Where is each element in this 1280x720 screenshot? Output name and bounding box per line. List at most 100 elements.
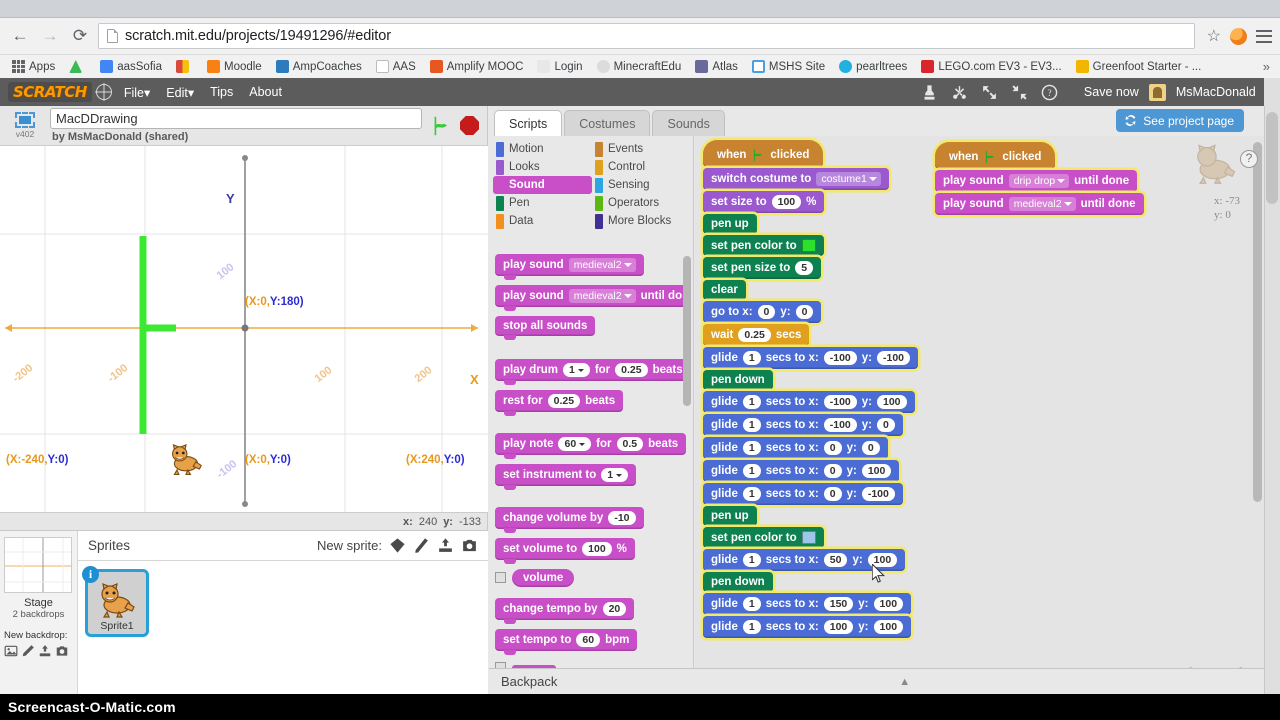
upload-sprite-icon[interactable] (437, 537, 454, 554)
paint-sprite-icon[interactable] (413, 537, 430, 554)
palette-block-change-volume[interactable]: change volume by -10 (495, 507, 644, 533)
tab-costumes[interactable]: Costumes (564, 110, 651, 136)
script-stack-sound[interactable]: when clicked play sound drip drop until do… (935, 142, 1144, 216)
block-glide-6[interactable]: glide 1 secs to x: 0 y: -100 (703, 483, 903, 505)
x-input[interactable]: 0 (823, 487, 842, 501)
y-input[interactable]: 0 (877, 418, 895, 432)
bookmark-apps[interactable]: Apps (7, 58, 60, 75)
bookmark-moodle[interactable]: Moodle (202, 58, 267, 75)
category-operators[interactable]: Operators (592, 194, 691, 212)
x-input[interactable]: 50 (823, 553, 848, 567)
bookmark-amplify-mooc[interactable]: Amplify MOOC (425, 58, 529, 75)
category-control[interactable]: Control (592, 158, 691, 176)
block-set-pen-color[interactable]: set pen color to (703, 235, 824, 256)
block-go-to-xy[interactable]: go to x: 0 y: 0 (703, 301, 822, 323)
secs-input[interactable]: 1 (742, 597, 761, 611)
block-glide-3[interactable]: glide 1 secs to x: -100 y: 0 (703, 414, 903, 436)
secs-input[interactable]: 1 (742, 395, 761, 409)
menu-edit[interactable]: Edit▾ (158, 82, 202, 103)
scripts-vertical-scrollbar[interactable] (1253, 142, 1262, 502)
volume-input[interactable]: 100 (582, 542, 612, 556)
pen-color-swatch[interactable] (801, 239, 816, 252)
x-input[interactable]: 0 (823, 464, 842, 478)
save-now-button[interactable]: Save now (1084, 85, 1139, 99)
palette-block-stop-all-sounds[interactable]: stop all sounds (495, 316, 596, 340)
scripts-canvas[interactable]: when clicked switch costume to costume1 s… (695, 136, 1264, 694)
stage-thumbnail[interactable] (4, 537, 72, 593)
y-input[interactable]: 0 (861, 441, 880, 455)
drum-dropdown[interactable]: 1 (562, 363, 590, 377)
sprite-cat-on-stage[interactable] (168, 444, 204, 478)
bookmark-minecraftedu[interactable]: MinecraftEdu (592, 58, 687, 75)
palette-block-rest-for[interactable]: rest for 0.25 beats (495, 390, 624, 416)
help-question-icon[interactable]: ? (1240, 150, 1258, 168)
block-pen-down-2[interactable]: pen down (703, 572, 773, 592)
block-palette[interactable]: Motion Events Looks Control Sound Sensin… (489, 136, 694, 694)
globe-language-icon[interactable] (95, 84, 112, 100)
category-data[interactable]: Data (493, 212, 592, 230)
palette-block-play-sound-until-done[interactable]: play sound medieval2 until do (495, 285, 691, 311)
bookmark-drive[interactable] (64, 58, 91, 75)
x-input[interactable]: -100 (823, 395, 857, 409)
script-stack-main[interactable]: when clicked switch costume to costume1 s… (703, 140, 919, 639)
project-title-input[interactable] (50, 108, 422, 129)
backpack-expand-arrow[interactable]: ▲ (899, 676, 910, 688)
address-bar[interactable]: scratch.mit.edu/projects/19491296/#edito… (98, 23, 1195, 49)
size-input[interactable]: 100 (771, 195, 802, 209)
forward-arrow-icon[interactable]: → (38, 24, 62, 48)
sprite-info-badge[interactable]: i (82, 566, 99, 583)
extension-icon[interactable] (1230, 27, 1247, 45)
browser-tabstrip[interactable] (0, 0, 1280, 18)
stamp-icon[interactable] (921, 84, 938, 101)
backpack-bar[interactable]: Backpack ▲ (489, 668, 1264, 694)
block-wait-secs[interactable]: wait 0.25 secs (703, 324, 810, 346)
block-glide-9[interactable]: glide 1 secs to x: 100 y: 100 (703, 616, 912, 638)
palette-block-play-drum[interactable]: play drum 1 for 0.25 beats (495, 359, 691, 385)
bookmark-lego-ev3[interactable]: LEGO.com EV3 - EV3... (916, 58, 1066, 75)
palette-block-play-note[interactable]: play note 60 for 0.5 beats (495, 433, 687, 459)
palette-block-set-instrument[interactable]: set instrument to 1 (495, 464, 637, 490)
presentation-mode-icon[interactable]: v402 (8, 109, 42, 143)
secs-input[interactable]: 1 (742, 351, 761, 365)
block-play-sound-medieval2[interactable]: play sound medieval2 until done (935, 193, 1144, 215)
y-input[interactable]: 100 (873, 620, 904, 634)
tempo-delta-input[interactable]: 20 (602, 602, 627, 616)
y-input[interactable]: 100 (877, 395, 907, 409)
volume-delta-input[interactable]: -10 (608, 511, 636, 525)
block-set-pen-size[interactable]: set pen size to 5 (703, 257, 822, 279)
menu-file[interactable]: File▾ (116, 82, 158, 103)
pen-size-input[interactable]: 5 (795, 261, 814, 275)
page-scrollbar-thumb[interactable] (1266, 112, 1278, 204)
category-more-blocks[interactable]: More Blocks (592, 212, 691, 230)
x-input[interactable]: 150 (823, 597, 854, 611)
sprite-card-sprite1[interactable]: i Sprite1 (82, 566, 149, 637)
menu-about[interactable]: About (241, 82, 290, 102)
y-input[interactable]: 100 (873, 597, 904, 611)
grow-icon[interactable] (981, 84, 998, 101)
category-looks[interactable]: Looks (493, 158, 592, 176)
bookmark-login[interactable]: Login (532, 58, 587, 75)
bookmark-colorsquares[interactable] (171, 58, 198, 75)
secs-input[interactable]: 1 (742, 620, 761, 634)
block-pen-down-1[interactable]: pen down (703, 370, 773, 390)
menu-tips[interactable]: Tips (202, 82, 241, 102)
help-icon[interactable]: ? (1041, 84, 1058, 101)
block-when-flag-clicked[interactable]: when clicked (703, 140, 824, 167)
chrome-menu-icon[interactable] (1256, 29, 1272, 43)
tab-sounds[interactable]: Sounds (652, 110, 725, 136)
category-sensing[interactable]: Sensing (592, 176, 691, 194)
block-glide-2[interactable]: glide 1 secs to x: -100 y: 100 (703, 391, 915, 413)
bookmark-pearltrees[interactable]: pearltrees (834, 58, 912, 75)
sound-dropdown[interactable]: medieval2 (568, 258, 636, 272)
block-play-sound-drip-drop[interactable]: play sound drip drop until done (935, 170, 1138, 192)
camera-backdrop-icon[interactable] (55, 644, 69, 658)
x-input[interactable]: -100 (823, 351, 857, 365)
block-glide-5[interactable]: glide 1 secs to x: 0 y: 100 (703, 460, 900, 482)
bookmark-star-icon[interactable]: ☆ (1207, 26, 1221, 46)
secs-input[interactable]: 1 (742, 487, 761, 501)
beats-input[interactable]: 0.5 (616, 437, 644, 451)
sound-dropdown[interactable]: medieval2 (568, 289, 636, 303)
costume-dropdown[interactable]: costume1 (816, 172, 881, 186)
block-set-pen-color-2[interactable]: set pen color to (703, 527, 824, 548)
beats-input[interactable]: 0.25 (547, 394, 581, 408)
